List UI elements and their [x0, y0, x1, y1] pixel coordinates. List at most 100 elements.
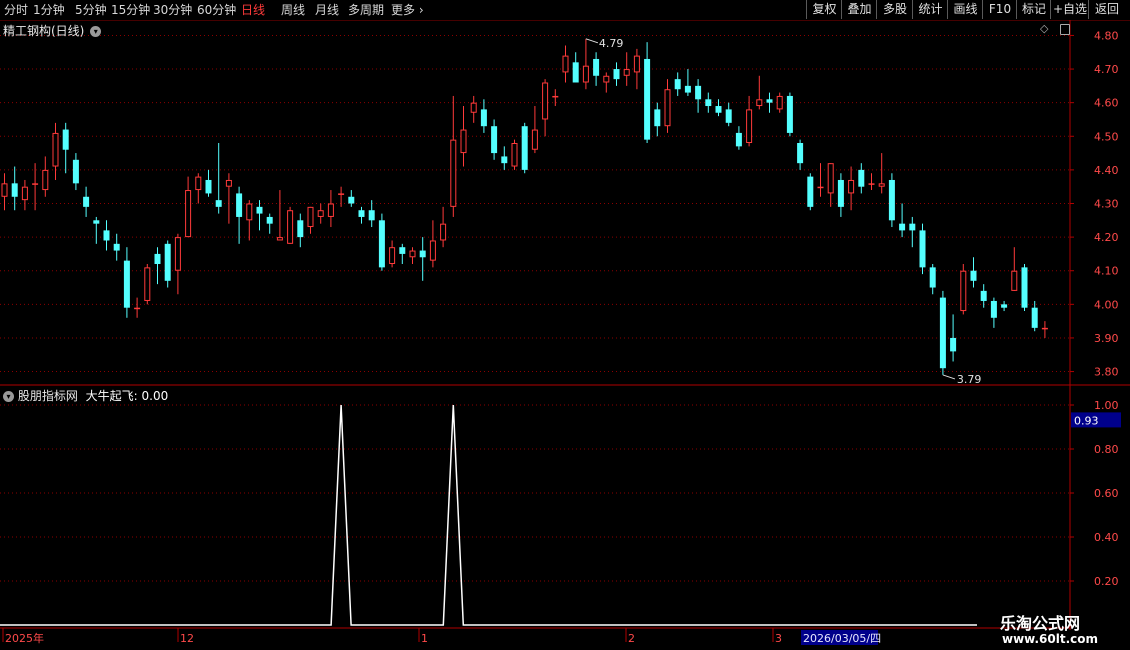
stock-title: 精工钢构(日线): [3, 24, 85, 38]
candle-body-up: [562, 55, 569, 73]
candle-body-down: [501, 156, 508, 164]
toolbar-button-label: 复权: [812, 2, 837, 16]
toolbar-button-label: F10: [988, 2, 1012, 16]
candle-body-down: [348, 196, 355, 204]
candle-body-up: [327, 203, 334, 217]
candle-body-down: [684, 85, 691, 93]
period-tab-9[interactable]: 多周期: [348, 0, 384, 20]
period-tab-label: 更多: [391, 3, 416, 17]
date-label: 3: [775, 632, 782, 645]
price-tick-label: 4.50: [1094, 130, 1119, 143]
toolbar-button-label: 标记: [1021, 2, 1046, 16]
candle-body-up: [868, 183, 875, 185]
candle-body-down: [735, 132, 742, 147]
candle-body-up: [134, 307, 141, 310]
price-tick-label: 4.80: [1094, 29, 1119, 42]
current-value-label: 0.93: [1074, 414, 1099, 427]
candle-body-down: [215, 200, 222, 207]
chart-area[interactable]: 4.80 4.70 4.60 4.50 4.40 4.30 4.20 4.10 4.00 3.90…: [0, 20, 1130, 650]
candle-body-up: [225, 179, 232, 187]
candle-body-up: [144, 267, 151, 301]
price-tick-label: 4.70: [1094, 63, 1119, 76]
period-tab-10[interactable]: 更多 ›: [391, 0, 424, 20]
candle-body-down: [837, 179, 844, 207]
candle-body-up: [287, 210, 294, 244]
candle-body-up: [52, 132, 59, 167]
candle-body-up: [21, 186, 28, 201]
toolbar-button-6[interactable]: 标记: [1016, 0, 1051, 19]
toolbar-button-8[interactable]: 返回: [1088, 0, 1125, 19]
chevron-right-icon: ›: [415, 3, 424, 17]
indicator-tick-label: 0.60: [1094, 487, 1119, 500]
candle-body-up: [552, 95, 559, 98]
toolbar-button-label: 叠加: [847, 2, 872, 16]
candle-body-up: [307, 206, 314, 228]
candle-body-up: [174, 237, 181, 271]
candle-body-down: [113, 243, 120, 251]
candle-body-down: [786, 95, 793, 133]
toolbar-button-4[interactable]: 画线: [947, 0, 983, 19]
candle-body-down: [674, 79, 681, 90]
price-tick-label: 3.80: [1094, 366, 1119, 379]
candle-body-down: [593, 58, 600, 76]
candle-body-down: [899, 223, 906, 231]
diamond-icon[interactable]: ◇: [1040, 22, 1048, 35]
toolbar-button-2[interactable]: 多股: [876, 0, 913, 19]
toolbar-button-3[interactable]: 统计: [912, 0, 948, 19]
low-price-label: 3.79: [957, 373, 982, 386]
indicator-tick-label: 0.80: [1094, 443, 1119, 456]
candle-body-up: [42, 169, 49, 191]
period-tab-label: 多周期: [348, 3, 385, 17]
candle-body-up: [1011, 270, 1018, 291]
period-tab-2[interactable]: 5分钟: [75, 0, 107, 20]
scroll-toggle-icon[interactable]: [1060, 24, 1070, 35]
indicator-name: 股朋指标网: [17, 389, 78, 403]
candle-body-down: [715, 106, 722, 113]
price-tick-label: 4.00: [1094, 298, 1119, 311]
date-label: 2025年: [5, 631, 44, 645]
high-price-label: 4.79: [599, 37, 624, 50]
candle-body-down: [705, 99, 712, 107]
candle-body-down: [62, 129, 69, 150]
toolbar-button-1[interactable]: 叠加: [841, 0, 877, 19]
period-tab-4[interactable]: 30分钟: [153, 0, 192, 20]
candle-body-down: [654, 109, 661, 127]
period-tab-1[interactable]: 1分钟: [33, 0, 65, 20]
candle-body-down: [358, 210, 365, 217]
candle-body-down: [83, 196, 90, 207]
period-tab-3[interactable]: 15分钟: [111, 0, 150, 20]
candle-body-down: [990, 300, 997, 318]
candle-body-up: [817, 186, 824, 189]
toolbar-button-5[interactable]: F10: [982, 0, 1017, 19]
candle-body-down: [154, 253, 161, 264]
candle-body-up: [582, 65, 589, 83]
date-label: 12: [180, 632, 194, 645]
period-tab-8[interactable]: 月线: [315, 0, 339, 20]
candle-body-down: [950, 337, 957, 352]
toolbar-button-7[interactable]: +自选: [1050, 0, 1089, 19]
period-tab-label: 日线: [241, 3, 266, 17]
chevron-down-icon[interactable]: ▾: [3, 391, 14, 402]
chevron-down-icon[interactable]: ▾: [90, 26, 102, 37]
candle-body-up: [848, 179, 855, 194]
candle-body-up: [317, 210, 324, 217]
candle-body-up: [511, 143, 518, 167]
price-tick-label: 4.60: [1094, 97, 1119, 110]
candle-body-up: [756, 99, 763, 107]
period-tab-0[interactable]: 分时: [4, 0, 28, 20]
candle-body-up: [603, 75, 610, 83]
period-tab-5[interactable]: 60分钟: [197, 0, 236, 20]
candle-body-down: [123, 260, 130, 308]
candle-body-up: [827, 163, 834, 194]
candle-body-down: [644, 58, 651, 140]
candle-body-up: [531, 129, 538, 150]
period-tab-6[interactable]: 日线: [241, 0, 265, 20]
candle-body-down: [419, 250, 426, 258]
candle-body-down: [1001, 304, 1008, 308]
candle-body-down: [613, 69, 620, 80]
toolbar-button-0[interactable]: 复权: [806, 0, 842, 19]
candle-body-down: [797, 143, 804, 164]
indicator-tick-label: 0.20: [1094, 575, 1119, 588]
period-tab-7[interactable]: 周线: [281, 0, 305, 20]
candle-body-down: [480, 109, 487, 127]
